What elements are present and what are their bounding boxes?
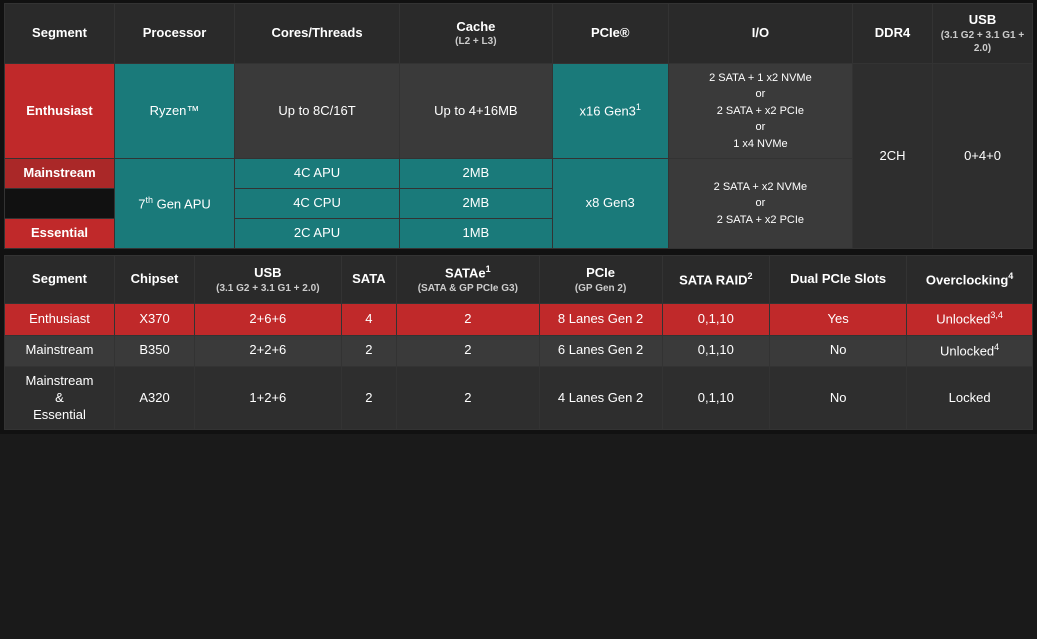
b-oc-enthusiast: Unlocked3,4 — [907, 304, 1033, 335]
b-th-raid: SATA RAID2 — [662, 256, 770, 304]
usb-top-cell: 0+4+0 — [933, 63, 1033, 248]
b-th-usb: USB(3.1 G2 + 3.1 G1 + 2.0) — [195, 256, 342, 304]
b-satae-enthusiast: 2 — [397, 304, 539, 335]
b-dual-enthusiast: Yes — [770, 304, 907, 335]
bottom-table: Segment Chipset USB(3.1 G2 + 3.1 G1 + 2.… — [4, 255, 1033, 430]
ddr4-cell: 2CH — [853, 63, 933, 248]
main-container: Segment Processor Cores/Threads Cache(L2… — [0, 0, 1037, 434]
b-usb-essential: 1+2+6 — [195, 366, 342, 430]
b-seg-enthusiast: Enthusiast — [5, 304, 115, 335]
b-chipset-b350: B350 — [115, 335, 195, 366]
b-sata-enthusiast: 4 — [341, 304, 396, 335]
pcie-apu-cell: x8 Gen3 — [552, 159, 668, 249]
pcie-enthusiast-cell: x16 Gen31 — [552, 63, 668, 159]
proc-apu-cell: 7th Gen APU — [115, 159, 235, 249]
io-apu-cell: 2 SATA + x2 NVMeor2 SATA + x2 PCIe — [668, 159, 852, 249]
th-segment: Segment — [5, 4, 115, 64]
proc-ryzen-cell: Ryzen™ — [115, 63, 235, 159]
b-raid-essential: 0,1,10 — [662, 366, 770, 430]
b-dual-mainstream: No — [770, 335, 907, 366]
th-cache: Cache(L2 + L3) — [400, 4, 553, 64]
th-processor: Processor — [115, 4, 235, 64]
bottom-row-enthusiast: Enthusiast X370 2+6+6 4 2 8 Lanes Gen 2 … — [5, 304, 1033, 335]
th-io: I/O — [668, 4, 852, 64]
b-sata-essential: 2 — [341, 366, 396, 430]
b-dual-essential: No — [770, 366, 907, 430]
bottom-row-essential: Mainstream&Essential A320 1+2+6 2 2 4 La… — [5, 366, 1033, 430]
b-pcie-essential: 4 Lanes Gen 2 — [539, 366, 662, 430]
b-raid-mainstream: 0,1,10 — [662, 335, 770, 366]
b-oc-mainstream: Unlocked4 — [907, 335, 1033, 366]
cache-2capu-cell: 1MB — [400, 219, 553, 249]
th-ddr4: DDR4 — [853, 4, 933, 64]
b-chipset-x370: X370 — [115, 304, 195, 335]
io-enthusiast-cell: 2 SATA + 1 x2 NVMeor2 SATA + x2 PCIeor1 … — [668, 63, 852, 159]
th-usb: USB(3.1 G2 + 3.1 G1 + 2.0) — [933, 4, 1033, 64]
b-th-chipset: Chipset — [115, 256, 195, 304]
th-cores: Cores/Threads — [235, 4, 400, 64]
b-raid-enthusiast: 0,1,10 — [662, 304, 770, 335]
cores-2capu-cell: 2C APU — [235, 219, 400, 249]
cores-ryzen-cell: Up to 8C/16T — [235, 63, 400, 159]
seg-enthusiast-cell: Enthusiast — [5, 63, 115, 159]
cache-ryzen-cell: Up to 4+16MB — [400, 63, 553, 159]
b-th-segment: Segment — [5, 256, 115, 304]
b-chipset-a320: A320 — [115, 366, 195, 430]
seg-mainstream-cell: Mainstream — [5, 159, 115, 189]
bottom-header-row: Segment Chipset USB(3.1 G2 + 3.1 G1 + 2.… — [5, 256, 1033, 304]
top-table-full: Segment Processor Cores/Threads Cache(L2… — [4, 3, 1033, 249]
seg-essential-cell: Essential — [5, 219, 115, 249]
b-pcie-enthusiast: 8 Lanes Gen 2 — [539, 304, 662, 335]
top-header-row: Segment Processor Cores/Threads Cache(L2… — [5, 4, 1033, 64]
b-usb-mainstream: 2+2+6 — [195, 335, 342, 366]
b-th-oc: Overclocking4 — [907, 256, 1033, 304]
b-satae-essential: 2 — [397, 366, 539, 430]
row-enthusiast: Enthusiast Ryzen™ Up to 8C/16T Up to 4+1… — [5, 63, 1033, 159]
b-usb-enthusiast: 2+6+6 — [195, 304, 342, 335]
bottom-row-mainstream: Mainstream B350 2+2+6 2 2 6 Lanes Gen 2 … — [5, 335, 1033, 366]
b-th-satae: SATAe1(SATA & GP PCIe G3) — [397, 256, 539, 304]
b-seg-essential: Mainstream&Essential — [5, 366, 115, 430]
b-pcie-mainstream: 6 Lanes Gen 2 — [539, 335, 662, 366]
b-th-dual: Dual PCIe Slots — [770, 256, 907, 304]
cache-4ccpu-cell: 2MB — [400, 189, 553, 219]
b-seg-mainstream: Mainstream — [5, 335, 115, 366]
b-oc-essential: Locked — [907, 366, 1033, 430]
th-pcie: PCIe® — [552, 4, 668, 64]
cores-4ccpu-cell: 4C CPU — [235, 189, 400, 219]
cores-4capu-cell: 4C APU — [235, 159, 400, 189]
b-th-pcie: PCIe(GP Gen 2) — [539, 256, 662, 304]
cache-4capu-cell: 2MB — [400, 159, 553, 189]
b-th-sata: SATA — [341, 256, 396, 304]
b-sata-mainstream: 2 — [341, 335, 396, 366]
b-satae-mainstream: 2 — [397, 335, 539, 366]
